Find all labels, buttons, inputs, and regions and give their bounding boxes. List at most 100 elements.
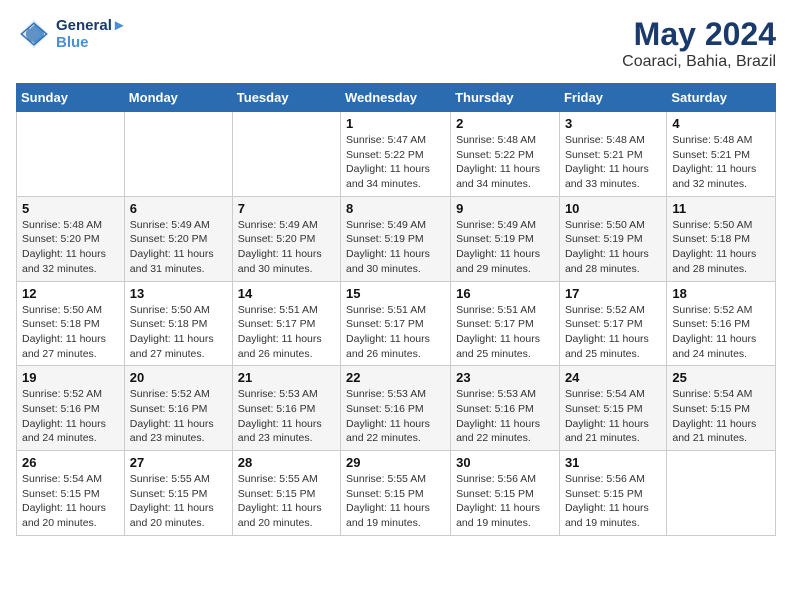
calendar-cell: 4 Sunrise: 5:48 AM Sunset: 5:21 PM Daylig…	[667, 112, 776, 197]
calendar-cell: 7 Sunrise: 5:49 AM Sunset: 5:20 PM Daylig…	[232, 196, 340, 281]
day-info: Sunrise: 5:49 AM Sunset: 5:19 PM Dayligh…	[456, 218, 554, 277]
calendar-week-2: 5 Sunrise: 5:48 AM Sunset: 5:20 PM Daylig…	[17, 196, 776, 281]
day-number: 14	[238, 286, 335, 301]
calendar-cell: 27 Sunrise: 5:55 AM Sunset: 5:15 PM Dayli…	[124, 451, 232, 536]
day-info: Sunrise: 5:50 AM Sunset: 5:19 PM Dayligh…	[565, 218, 661, 277]
calendar-week-3: 12 Sunrise: 5:50 AM Sunset: 5:18 PM Dayli…	[17, 281, 776, 366]
calendar-cell: 31 Sunrise: 5:56 AM Sunset: 5:15 PM Dayli…	[559, 451, 666, 536]
calendar-cell: 10 Sunrise: 5:50 AM Sunset: 5:19 PM Dayli…	[559, 196, 666, 281]
day-number: 2	[456, 116, 554, 131]
day-number: 19	[22, 370, 119, 385]
day-info: Sunrise: 5:52 AM Sunset: 5:16 PM Dayligh…	[22, 387, 119, 446]
calendar-table: SundayMondayTuesdayWednesdayThursdayFrid…	[16, 83, 776, 536]
page-header: General► Blue May 2024 Coaraci, Bahia, B…	[16, 16, 776, 71]
day-number: 1	[346, 116, 445, 131]
day-number: 17	[565, 286, 661, 301]
day-number: 7	[238, 201, 335, 216]
calendar-cell: 6Sunrise: 5:49 AM Sunset: 5:20 PM Daylig…	[124, 196, 232, 281]
day-number: 4	[672, 116, 770, 131]
day-info: Sunrise: 5:56 AM Sunset: 5:15 PM Dayligh…	[565, 472, 661, 531]
day-number: 27	[130, 455, 227, 470]
calendar-cell: 9 Sunrise: 5:49 AM Sunset: 5:19 PM Daylig…	[451, 196, 560, 281]
title-block: May 2024 Coaraci, Bahia, Brazil	[622, 16, 776, 71]
logo: General► Blue	[16, 16, 127, 52]
day-number: 16	[456, 286, 554, 301]
day-number: 8	[346, 201, 445, 216]
day-info: Sunrise: 5:51 AM Sunset: 5:17 PM Dayligh…	[346, 303, 445, 362]
calendar-cell: 13 Sunrise: 5:50 AM Sunset: 5:18 PM Dayli…	[124, 281, 232, 366]
day-info: Sunrise: 5:48 AM Sunset: 5:22 PM Dayligh…	[456, 133, 554, 192]
day-info: Sunrise: 5:48 AM Sunset: 5:20 PM Dayligh…	[22, 218, 119, 277]
day-info: Sunrise: 5:53 AM Sunset: 5:16 PM Dayligh…	[456, 387, 554, 446]
day-info: Sunrise: 5:49 AM Sunset: 5:19 PM Dayligh…	[346, 218, 445, 277]
day-number: 21	[238, 370, 335, 385]
calendar-cell: 28 Sunrise: 5:55 AM Sunset: 5:15 PM Dayli…	[232, 451, 340, 536]
day-info: Sunrise: 5:55 AM Sunset: 5:15 PM Dayligh…	[130, 472, 227, 531]
day-info: Sunrise: 5:49 AM Sunset: 5:20 PM Dayligh…	[130, 218, 227, 277]
day-info: Sunrise: 5:50 AM Sunset: 5:18 PM Dayligh…	[130, 303, 227, 362]
weekday-header-friday: Friday	[559, 84, 666, 112]
calendar-cell: 26 Sunrise: 5:54 AM Sunset: 5:15 PM Dayli…	[17, 451, 125, 536]
day-info: Sunrise: 5:47 AM Sunset: 5:22 PM Dayligh…	[346, 133, 445, 192]
calendar-cell	[124, 112, 232, 197]
calendar-cell: 20Sunrise: 5:52 AM Sunset: 5:16 PM Dayli…	[124, 366, 232, 451]
day-info: Sunrise: 5:54 AM Sunset: 5:15 PM Dayligh…	[22, 472, 119, 531]
day-number: 23	[456, 370, 554, 385]
calendar-cell	[232, 112, 340, 197]
day-number: 22	[346, 370, 445, 385]
weekday-header-thursday: Thursday	[451, 84, 560, 112]
day-info: Sunrise: 5:55 AM Sunset: 5:15 PM Dayligh…	[238, 472, 335, 531]
day-info: Sunrise: 5:54 AM Sunset: 5:15 PM Dayligh…	[565, 387, 661, 446]
day-number: 10	[565, 201, 661, 216]
day-info: Sunrise: 5:51 AM Sunset: 5:17 PM Dayligh…	[238, 303, 335, 362]
calendar-cell: 25 Sunrise: 5:54 AM Sunset: 5:15 PM Dayli…	[667, 366, 776, 451]
day-info: Sunrise: 5:48 AM Sunset: 5:21 PM Dayligh…	[672, 133, 770, 192]
calendar-cell: 2 Sunrise: 5:48 AM Sunset: 5:22 PM Daylig…	[451, 112, 560, 197]
weekday-header-row: SundayMondayTuesdayWednesdayThursdayFrid…	[17, 84, 776, 112]
calendar-cell: 16Sunrise: 5:51 AM Sunset: 5:17 PM Dayli…	[451, 281, 560, 366]
calendar-week-4: 19 Sunrise: 5:52 AM Sunset: 5:16 PM Dayli…	[17, 366, 776, 451]
day-number: 25	[672, 370, 770, 385]
day-number: 9	[456, 201, 554, 216]
weekday-header-saturday: Saturday	[667, 84, 776, 112]
day-number: 29	[346, 455, 445, 470]
calendar-cell: 8 Sunrise: 5:49 AM Sunset: 5:19 PM Daylig…	[341, 196, 451, 281]
calendar-week-1: 1 Sunrise: 5:47 AM Sunset: 5:22 PM Daylig…	[17, 112, 776, 197]
day-info: Sunrise: 5:55 AM Sunset: 5:15 PM Dayligh…	[346, 472, 445, 531]
calendar-cell: 15 Sunrise: 5:51 AM Sunset: 5:17 PM Dayli…	[341, 281, 451, 366]
day-number: 3	[565, 116, 661, 131]
day-info: Sunrise: 5:52 AM Sunset: 5:17 PM Dayligh…	[565, 303, 661, 362]
calendar-cell	[667, 451, 776, 536]
day-number: 15	[346, 286, 445, 301]
day-number: 24	[565, 370, 661, 385]
day-number: 13	[130, 286, 227, 301]
calendar-cell: 21 Sunrise: 5:53 AM Sunset: 5:16 PM Dayli…	[232, 366, 340, 451]
day-info: Sunrise: 5:50 AM Sunset: 5:18 PM Dayligh…	[22, 303, 119, 362]
logo-icon	[16, 16, 52, 52]
calendar-cell: 3Sunrise: 5:48 AM Sunset: 5:21 PM Daylig…	[559, 112, 666, 197]
calendar-cell: 23 Sunrise: 5:53 AM Sunset: 5:16 PM Dayli…	[451, 366, 560, 451]
calendar-cell: 1 Sunrise: 5:47 AM Sunset: 5:22 PM Daylig…	[341, 112, 451, 197]
calendar-cell: 29 Sunrise: 5:55 AM Sunset: 5:15 PM Dayli…	[341, 451, 451, 536]
day-number: 28	[238, 455, 335, 470]
calendar-cell: 18Sunrise: 5:52 AM Sunset: 5:16 PM Dayli…	[667, 281, 776, 366]
calendar-cell: 24 Sunrise: 5:54 AM Sunset: 5:15 PM Dayli…	[559, 366, 666, 451]
day-number: 30	[456, 455, 554, 470]
day-info: Sunrise: 5:53 AM Sunset: 5:16 PM Dayligh…	[346, 387, 445, 446]
day-number: 5	[22, 201, 119, 216]
day-number: 26	[22, 455, 119, 470]
day-number: 31	[565, 455, 661, 470]
day-info: Sunrise: 5:49 AM Sunset: 5:20 PM Dayligh…	[238, 218, 335, 277]
calendar-subtitle: Coaraci, Bahia, Brazil	[622, 53, 776, 71]
weekday-header-tuesday: Tuesday	[232, 84, 340, 112]
day-number: 12	[22, 286, 119, 301]
calendar-cell: 5 Sunrise: 5:48 AM Sunset: 5:20 PM Daylig…	[17, 196, 125, 281]
day-info: Sunrise: 5:53 AM Sunset: 5:16 PM Dayligh…	[238, 387, 335, 446]
calendar-cell	[17, 112, 125, 197]
day-info: Sunrise: 5:54 AM Sunset: 5:15 PM Dayligh…	[672, 387, 770, 446]
calendar-cell: 14 Sunrise: 5:51 AM Sunset: 5:17 PM Dayli…	[232, 281, 340, 366]
day-info: Sunrise: 5:52 AM Sunset: 5:16 PM Dayligh…	[672, 303, 770, 362]
day-number: 11	[672, 201, 770, 216]
day-info: Sunrise: 5:56 AM Sunset: 5:15 PM Dayligh…	[456, 472, 554, 531]
calendar-cell: 11Sunrise: 5:50 AM Sunset: 5:18 PM Dayli…	[667, 196, 776, 281]
